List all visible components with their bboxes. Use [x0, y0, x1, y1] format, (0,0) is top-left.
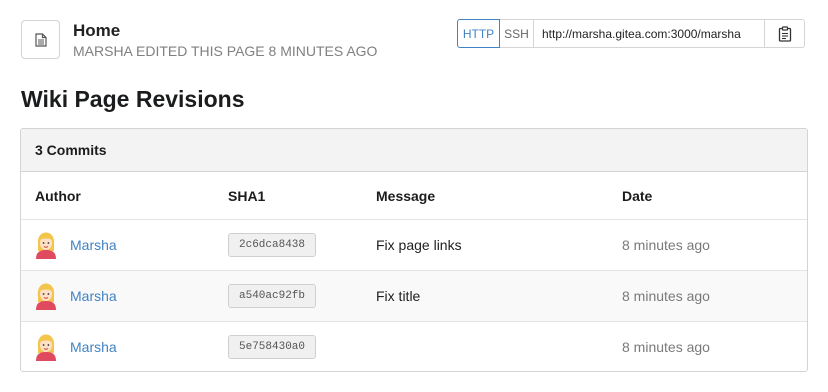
sha-cell: 2c6dca8438: [228, 220, 317, 270]
user-avatar-icon: [36, 232, 56, 259]
clipboard-icon: [778, 25, 791, 42]
edit-info: MARSHA EDITED THIS PAGE 8 MINUTES AGO: [73, 43, 378, 59]
revisions-table: 3 Commits Author SHA1 Message Date Marsh…: [20, 128, 808, 372]
table-header-row: Author SHA1 Message Date: [21, 172, 807, 220]
column-header-author: Author: [35, 187, 81, 204]
clone-url-input[interactable]: [534, 19, 765, 48]
message-cell: Fix page links: [376, 237, 462, 253]
author-link[interactable]: Marsha: [70, 237, 117, 253]
ssh-clone-button[interactable]: SSH: [500, 19, 534, 48]
column-header-date: Date: [622, 187, 653, 204]
page-title: Home: [73, 21, 121, 40]
clone-url-bar: HTTP SSH: [457, 19, 805, 48]
column-header-sha: SHA1: [228, 187, 266, 204]
commit-count-header: 3 Commits: [21, 129, 807, 172]
copy-url-button[interactable]: [765, 19, 805, 48]
user-avatar-icon: [36, 334, 56, 361]
table-row: Marsha 5e758430a0 8 minutes ago: [21, 322, 807, 371]
author-cell: Marsha: [35, 271, 117, 321]
page-icon-box: [21, 20, 60, 59]
section-title: Wiki Page Revisions: [21, 86, 245, 112]
sha-cell: a540ac92fb: [228, 271, 317, 321]
sha-link[interactable]: 5e758430a0: [228, 335, 317, 359]
file-text-icon: [34, 32, 47, 47]
date-cell: 8 minutes ago: [622, 288, 710, 304]
sha-link[interactable]: 2c6dca8438: [228, 233, 317, 257]
author-link[interactable]: Marsha: [70, 288, 117, 304]
author-cell: Marsha: [35, 220, 117, 270]
sha-cell: 5e758430a0: [228, 322, 317, 371]
date-cell: 8 minutes ago: [622, 339, 710, 355]
date-cell: 8 minutes ago: [622, 237, 710, 253]
message-cell: Fix title: [376, 288, 421, 304]
author-cell: Marsha: [35, 322, 117, 371]
sha-link[interactable]: a540ac92fb: [228, 284, 317, 308]
wiki-revisions-page: Home MARSHA EDITED THIS PAGE 8 MINUTES A…: [0, 0, 828, 392]
http-clone-button[interactable]: HTTP: [457, 19, 500, 48]
table-row: Marsha 2c6dca8438 Fix page links 8 minut…: [21, 220, 807, 271]
column-header-message: Message: [376, 187, 436, 204]
table-row: Marsha a540ac92fb Fix title 8 minutes ag…: [21, 271, 807, 322]
user-avatar-icon: [36, 283, 56, 310]
author-link[interactable]: Marsha: [70, 339, 117, 355]
